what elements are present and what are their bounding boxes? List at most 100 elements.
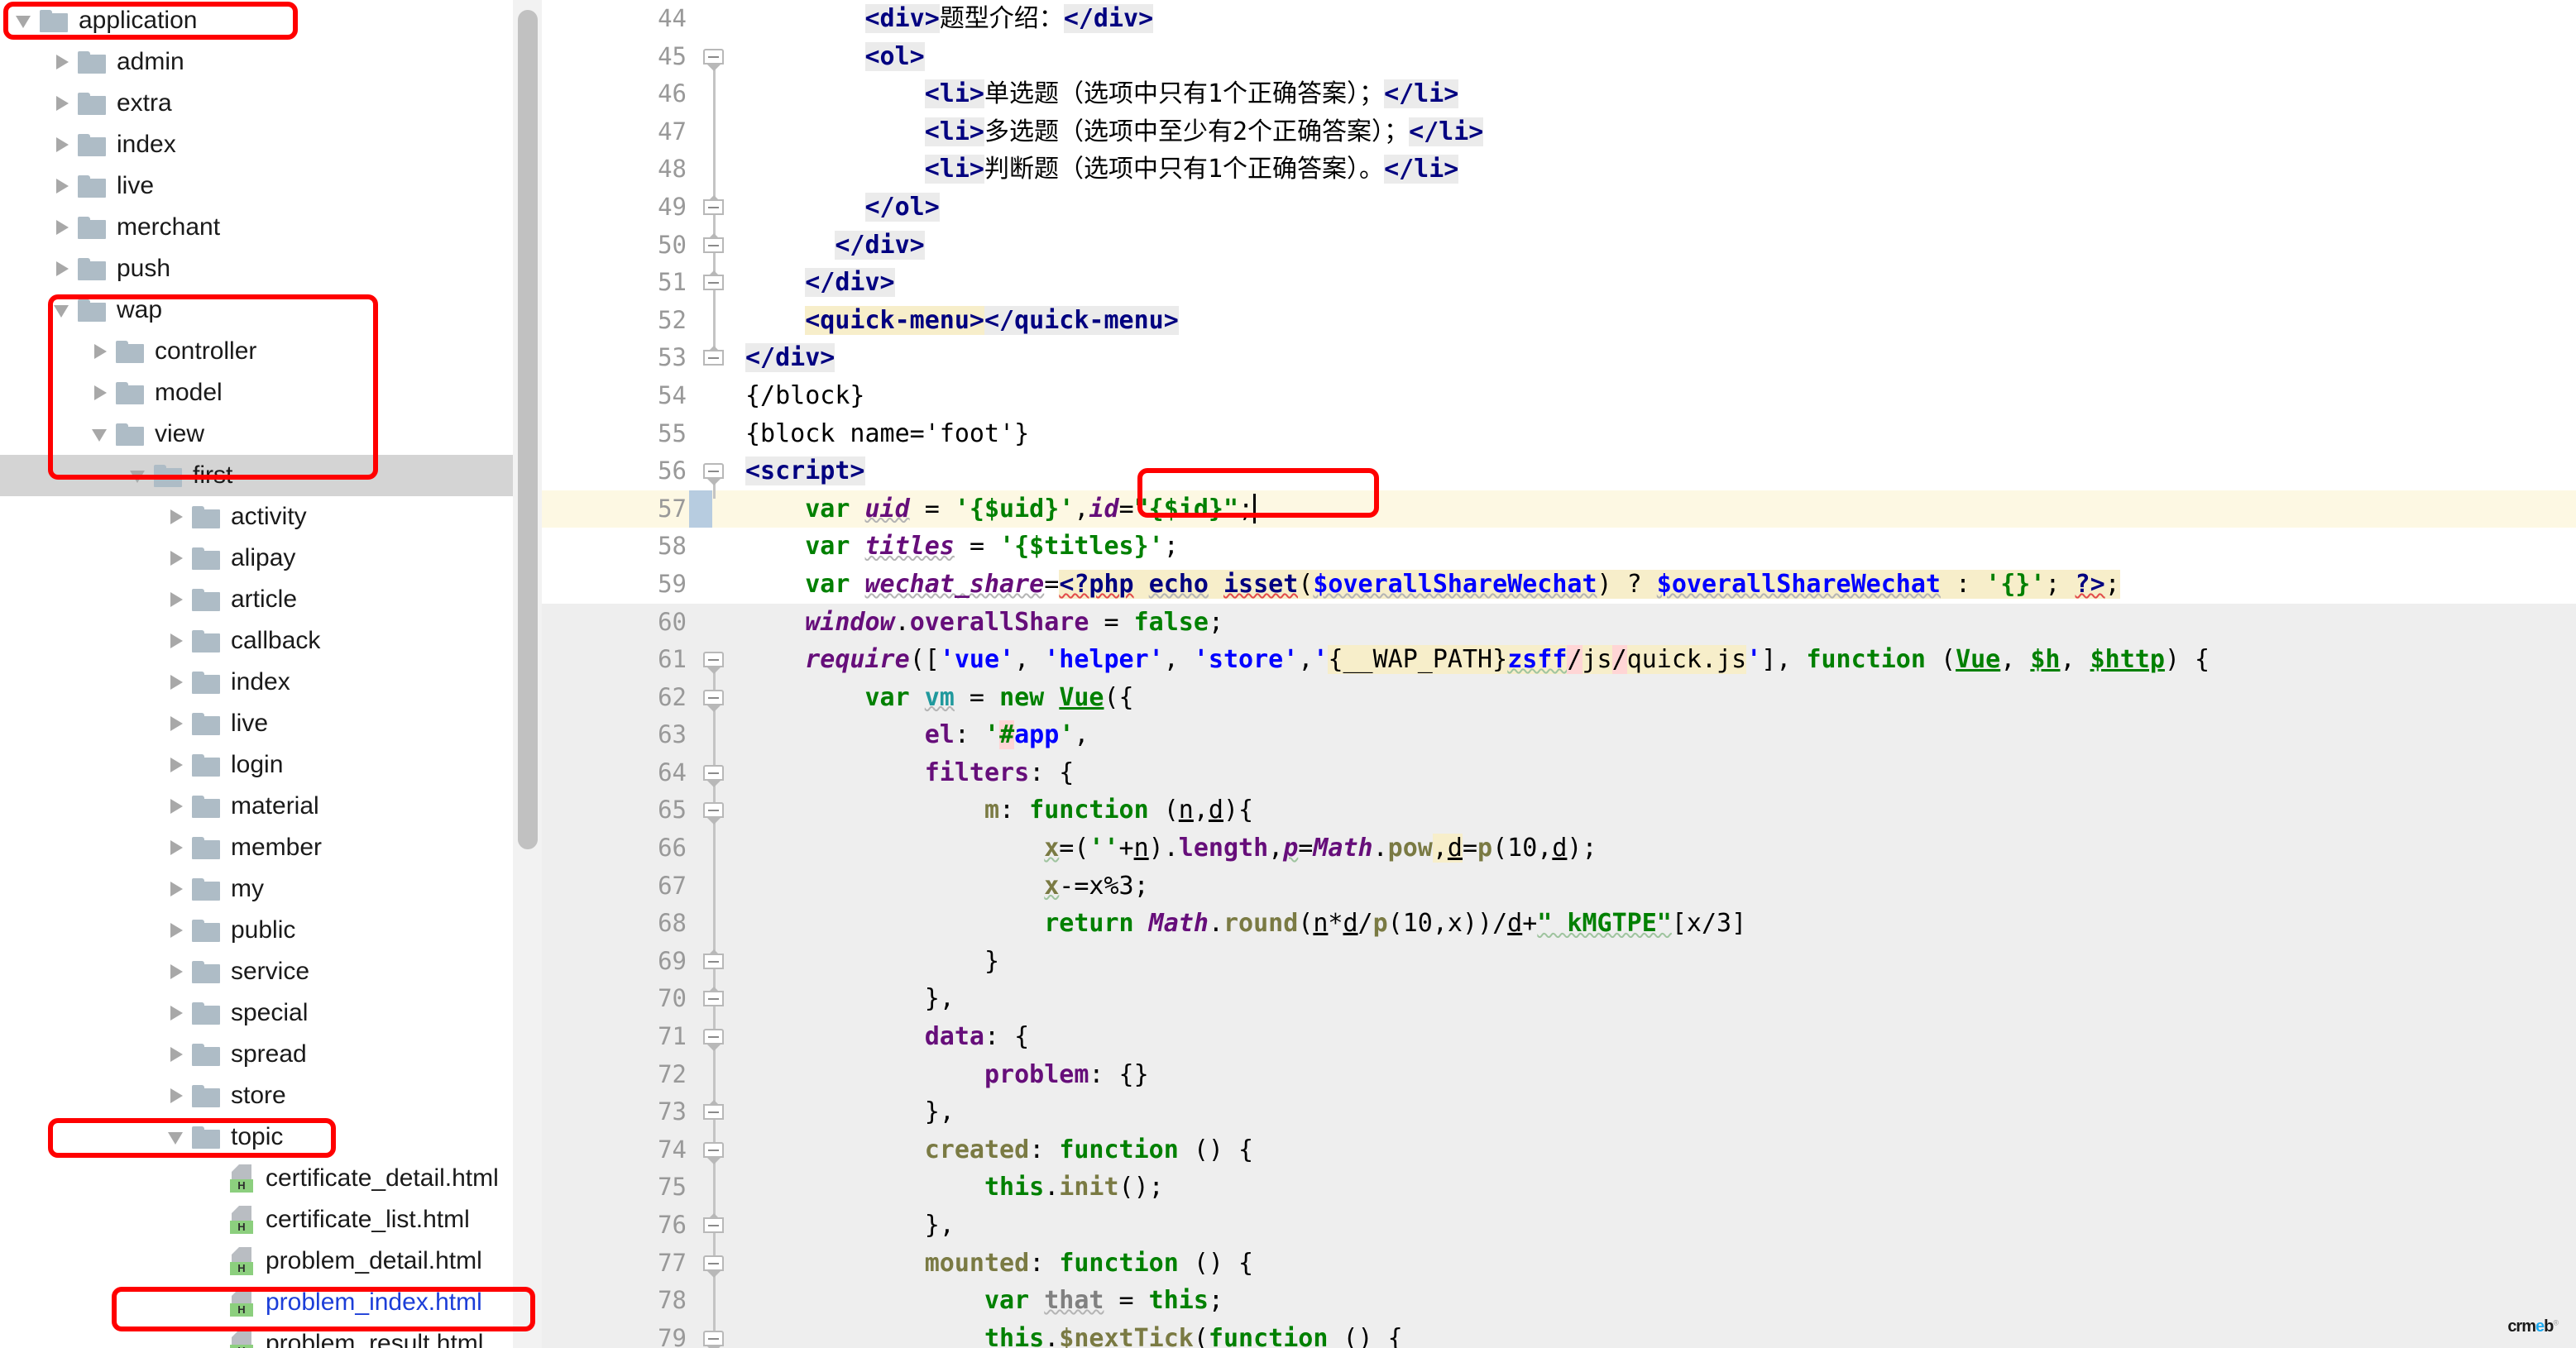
code-line[interactable]: 60 window.overallShare = false;: [542, 603, 2576, 642]
code-line[interactable]: 56 <script>: [542, 452, 2576, 490]
code-line[interactable]: 54 {/block}: [542, 377, 2576, 415]
code-line[interactable]: 71 data: {: [542, 1018, 2576, 1056]
code-line[interactable]: 72 problem: {}: [542, 1055, 2576, 1094]
code-line[interactable]: 59 var wechat_share=<?php echo isset($ov…: [542, 566, 2576, 604]
file-tree-item-view[interactable]: view: [0, 413, 542, 455]
file-tree-item-member[interactable]: member: [0, 827, 542, 868]
file-tree-scroll-thumb[interactable]: [518, 10, 538, 849]
file-tree-item-first[interactable]: first: [0, 455, 542, 496]
file-tree-item-my[interactable]: my: [0, 868, 542, 910]
file-tree-item-topic[interactable]: topic: [0, 1116, 542, 1158]
code-line[interactable]: 78 var that = this;: [542, 1282, 2576, 1320]
code-line[interactable]: 62 var vm = new Vue({: [542, 678, 2576, 717]
code-line[interactable]: 57 var uid = '{$uid}',id="{$id}";: [542, 490, 2576, 528]
code-line[interactable]: 49 </ol>: [542, 189, 2576, 227]
fold-end-icon[interactable]: [703, 987, 725, 1010]
fold-end-icon[interactable]: [703, 1213, 725, 1236]
chevron-right-icon[interactable]: [88, 372, 116, 413]
file-tree-item-controller[interactable]: controller: [0, 331, 542, 372]
code-line[interactable]: 79 this.$nextTick(function () {: [542, 1319, 2576, 1348]
chevron-right-icon[interactable]: [164, 910, 192, 951]
code-line[interactable]: 44 <div>题型介绍：</div>: [542, 0, 2576, 38]
fold-start-icon[interactable]: [703, 1328, 725, 1348]
fold-start-icon[interactable]: [703, 1140, 725, 1164]
file-tree-item-certificate-detail-html[interactable]: Hcertificate_detail.html: [0, 1158, 542, 1199]
chevron-right-icon[interactable]: [164, 868, 192, 910]
chevron-right-icon[interactable]: [164, 827, 192, 868]
file-tree-item-merchant[interactable]: merchant: [0, 207, 542, 248]
file-tree-item-store[interactable]: store: [0, 1075, 542, 1116]
code-line[interactable]: 53 </div>: [542, 339, 2576, 377]
fold-end-icon[interactable]: [703, 1100, 725, 1123]
chevron-right-icon[interactable]: [88, 331, 116, 372]
file-tree-item-live[interactable]: live: [0, 165, 542, 207]
chevron-right-icon[interactable]: [164, 744, 192, 786]
file-tree-item-certificate-list-html[interactable]: Hcertificate_list.html: [0, 1199, 542, 1240]
file-tree-item-admin[interactable]: admin: [0, 41, 542, 83]
code-line[interactable]: 75 this.init();: [542, 1169, 2576, 1207]
file-tree-item-problem-detail-html[interactable]: Hproblem_detail.html: [0, 1240, 542, 1282]
chevron-right-icon[interactable]: [164, 1075, 192, 1116]
chevron-down-icon[interactable]: [88, 413, 116, 455]
chevron-right-icon[interactable]: [164, 951, 192, 992]
code-line[interactable]: 52 <quick-menu></quick-menu>: [542, 302, 2576, 340]
file-tree-item-callback[interactable]: callback: [0, 620, 542, 662]
chevron-right-icon[interactable]: [164, 992, 192, 1034]
code-line[interactable]: 70 },: [542, 980, 2576, 1019]
chevron-right-icon[interactable]: [164, 703, 192, 744]
code-line[interactable]: 68 return Math.round(n*d/p(10,x))/d+" kM…: [542, 905, 2576, 943]
code-line[interactable]: 64 filters: {: [542, 753, 2576, 792]
fold-start-icon[interactable]: [703, 1026, 725, 1052]
file-tree-item-alipay[interactable]: alipay: [0, 538, 542, 579]
chevron-right-icon[interactable]: [164, 579, 192, 620]
file-tree-item-wap[interactable]: wap: [0, 289, 542, 331]
file-tree-item-push[interactable]: push: [0, 248, 542, 289]
project-file-tree-panel[interactable]: application admin extra index live merchant pu…: [0, 0, 542, 1348]
fold-end-icon[interactable]: [703, 346, 725, 369]
code-line[interactable]: 46 <li>单选题（选项中只有1个正确答案）；</li>: [542, 75, 2576, 113]
fold-start-icon[interactable]: [703, 461, 725, 486]
file-tree-list[interactable]: application admin extra index live merchant pu…: [0, 0, 542, 1348]
file-tree-item-public[interactable]: public: [0, 910, 542, 951]
code-editor-panel[interactable]: 44 <div>题型介绍：</div> 45 <ol> 46 <li>单选题（选项中…: [542, 0, 2576, 1348]
editor-code-area[interactable]: 44 <div>题型介绍：</div> 45 <ol> 46 <li>单选题（选项中…: [542, 0, 2576, 1348]
file-tree-item-problem-result-html[interactable]: Hproblem_result.html: [0, 1323, 542, 1348]
code-line[interactable]: 50 </div>: [542, 227, 2576, 265]
file-tree-scrollbar[interactable]: [513, 0, 542, 1348]
code-line[interactable]: 61 require(['vue', 'helper', 'store','{_…: [542, 641, 2576, 679]
fold-end-icon[interactable]: [703, 270, 725, 294]
fold-end-icon[interactable]: [703, 232, 725, 256]
fold-start-icon[interactable]: [703, 762, 725, 787]
file-tree-item-activity[interactable]: activity: [0, 496, 542, 538]
file-tree-item-service[interactable]: service: [0, 951, 542, 992]
code-line[interactable]: 48 <li>判断题（选项中只有1个正确答案）。</li>: [542, 151, 2576, 189]
code-line[interactable]: 47 <li>多选题（选项中至少有2个正确答案）；</li>: [542, 113, 2576, 151]
code-line[interactable]: 76 },: [542, 1207, 2576, 1245]
chevron-right-icon[interactable]: [164, 538, 192, 579]
file-tree-item-index[interactable]: index: [0, 124, 542, 165]
chevron-right-icon[interactable]: [50, 207, 78, 248]
chevron-right-icon[interactable]: [50, 83, 78, 124]
chevron-right-icon[interactable]: [50, 248, 78, 289]
file-tree-item-article[interactable]: article: [0, 579, 542, 620]
code-line[interactable]: 67 x-=x%3;: [542, 867, 2576, 906]
chevron-right-icon[interactable]: [50, 41, 78, 83]
code-line[interactable]: 77 mounted: function () {: [542, 1244, 2576, 1283]
chevron-right-icon[interactable]: [164, 786, 192, 827]
code-line[interactable]: 73 },: [542, 1093, 2576, 1131]
code-line[interactable]: 63 el: '#app',: [542, 716, 2576, 754]
fold-start-icon[interactable]: [703, 800, 725, 825]
file-tree-item-spread[interactable]: spread: [0, 1034, 542, 1075]
chevron-right-icon[interactable]: [50, 165, 78, 207]
fold-start-icon[interactable]: [703, 687, 725, 712]
chevron-right-icon[interactable]: [164, 620, 192, 662]
file-tree-item-application[interactable]: application: [0, 0, 542, 41]
chevron-down-icon[interactable]: [126, 455, 154, 496]
file-tree-item-index[interactable]: index: [0, 662, 542, 703]
file-tree-item-login[interactable]: login: [0, 744, 542, 786]
file-tree-item-problem-index-html[interactable]: Hproblem_index.html: [0, 1282, 542, 1323]
code-line[interactable]: 65 m: function (n,d){: [542, 791, 2576, 830]
chevron-right-icon[interactable]: [50, 124, 78, 165]
code-line[interactable]: 55 {block name='foot'}: [542, 415, 2576, 453]
code-line[interactable]: 66 x=(''+n).length,p=Math.pow,d=p(10,d);: [542, 829, 2576, 868]
